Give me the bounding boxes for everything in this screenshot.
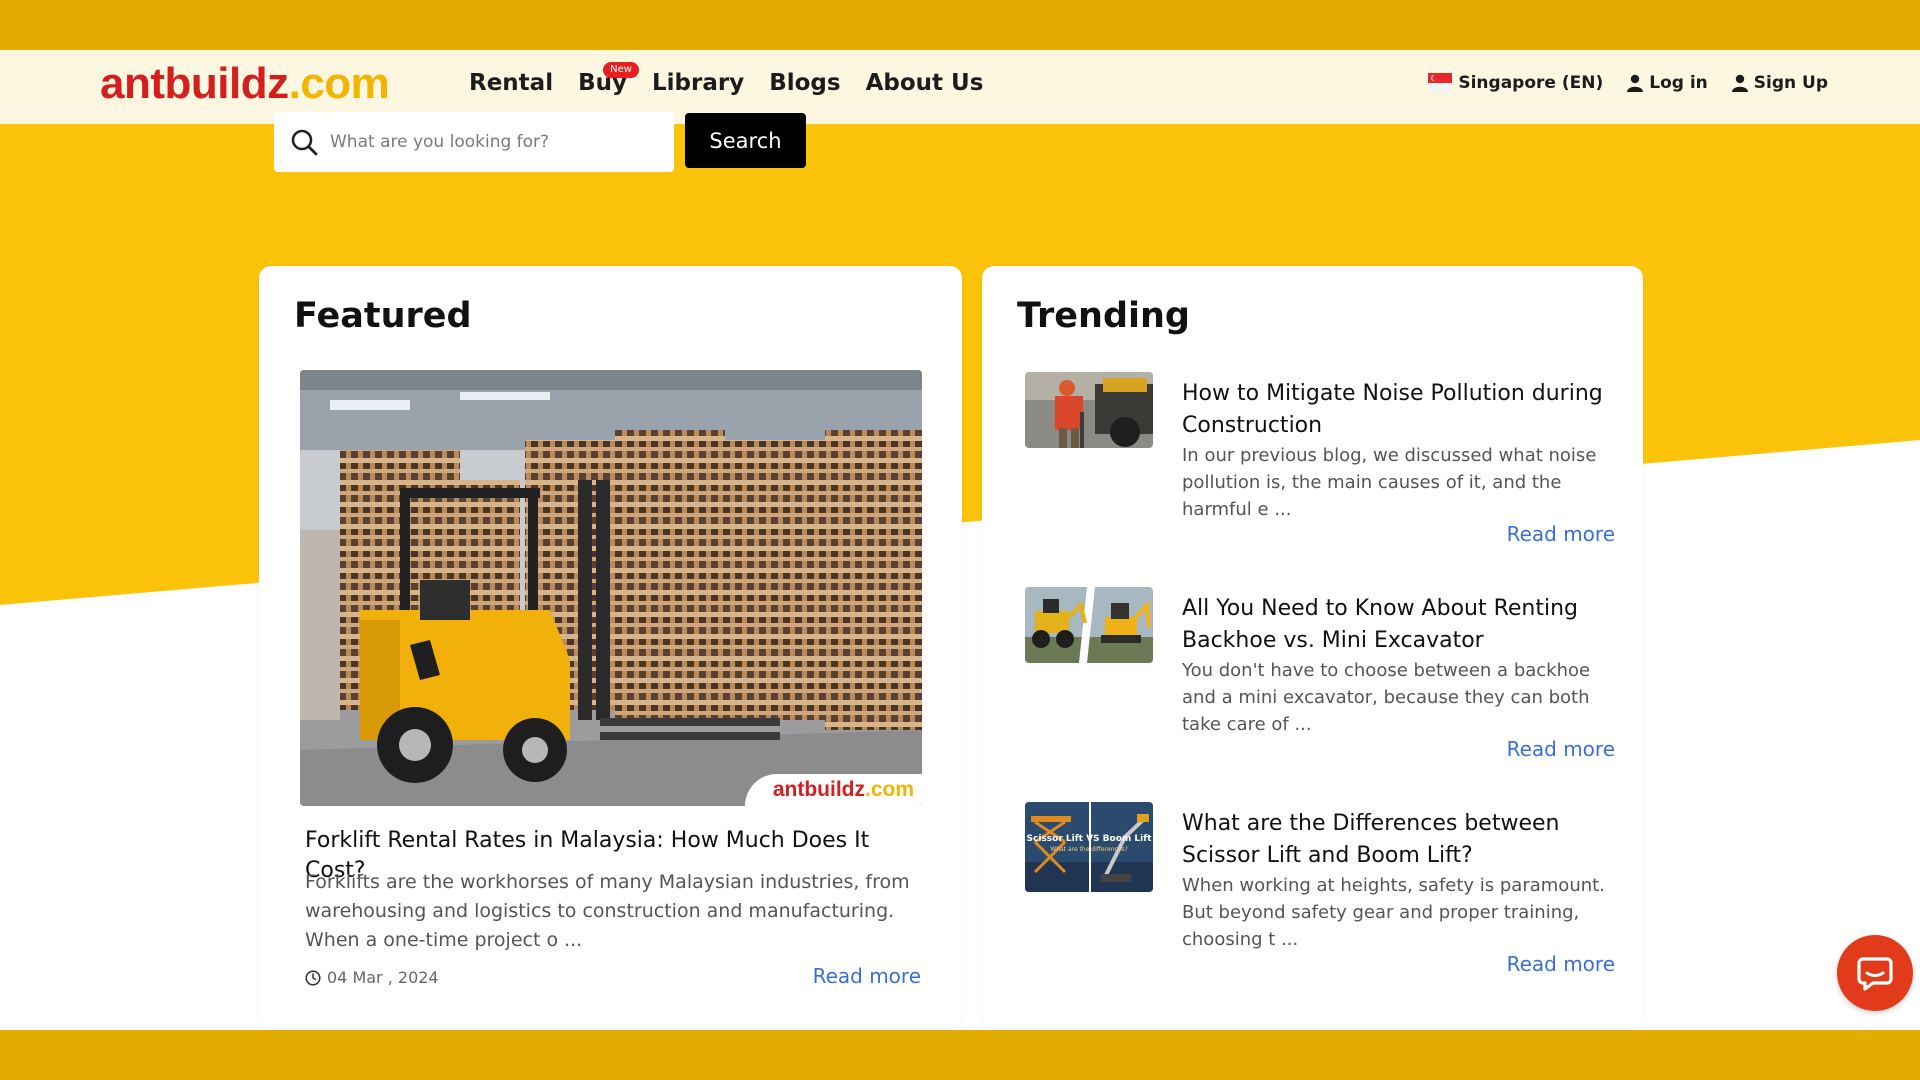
new-badge: New	[603, 62, 639, 78]
nav-library[interactable]: Library	[652, 70, 744, 96]
featured-card: Featured antbuildz.com Forklift Rental R…	[259, 266, 962, 1028]
featured-heading: Featured	[294, 296, 472, 336]
trending-article-title[interactable]: What are the Differences between Scissor…	[1182, 808, 1612, 872]
trending-article-excerpt: When working at heights, safety is param…	[1182, 875, 1605, 950]
logo-tld: .com	[288, 59, 390, 108]
logo-main: antbuildz	[100, 59, 289, 108]
login-label: Log in	[1649, 73, 1708, 93]
signup-label: Sign Up	[1753, 73, 1828, 93]
backhoe-excavator-thumbnail[interactable]	[1025, 587, 1153, 663]
region-selector[interactable]: Singapore (EN)	[1428, 73, 1603, 93]
trending-item: All You Need to Know About Renting Backh…	[1025, 587, 1615, 777]
trending-read-more-link[interactable]: Read more	[1507, 737, 1615, 761]
trending-read-more-link[interactable]: Read more	[1507, 522, 1615, 546]
trending-article-excerpt: You don't have to choose between a backh…	[1182, 660, 1591, 735]
top-band	[0, 0, 1920, 50]
trending-article-title[interactable]: All You Need to Know About Renting Backh…	[1182, 593, 1612, 657]
trending-item: Scissor Lift VS Boom Lift What are the d…	[1025, 802, 1615, 992]
trending-item: How to Mitigate Noise Pollution during C…	[1025, 372, 1615, 562]
forklift-illustration	[300, 370, 922, 806]
search-bar	[274, 112, 674, 172]
main-nav: Rental Buy New Library Blogs About Us	[469, 62, 984, 96]
site-logo[interactable]: antbuildz.com	[100, 59, 390, 109]
trending-heading: Trending	[1017, 296, 1190, 336]
thumbnail-caption: Scissor Lift VS Boom Lift	[1026, 834, 1152, 844]
header-actions: Singapore (EN) Log in Sign Up	[1428, 73, 1828, 93]
featured-image[interactable]: antbuildz.com	[300, 370, 922, 806]
nav-buy[interactable]: Buy New	[578, 62, 639, 96]
singapore-flag-icon	[1428, 73, 1453, 93]
live-chat-button[interactable]	[1837, 935, 1913, 1011]
region-label: Singapore (EN)	[1458, 73, 1604, 93]
featured-article-excerpt: Forklifts are the workhorses of many Mal…	[305, 871, 910, 951]
clock-icon	[305, 969, 321, 986]
nav-rental[interactable]: Rental	[469, 70, 553, 96]
image-watermark-logo: antbuildz.com	[744, 774, 922, 806]
login-link[interactable]: Log in	[1627, 73, 1708, 93]
featured-read-more-link[interactable]: Read more	[813, 964, 921, 988]
search-button[interactable]: Search	[685, 113, 806, 168]
search-input[interactable]	[330, 132, 650, 152]
nav-about-us[interactable]: About Us	[866, 70, 984, 96]
scissor-boom-lift-thumbnail[interactable]: Scissor Lift VS Boom Lift What are the d…	[1025, 802, 1153, 892]
chat-icon	[1857, 957, 1893, 991]
thumbnail-subcaption: What are the differences?	[1050, 846, 1128, 853]
user-icon	[1627, 74, 1644, 92]
trending-card: Trending How to Mitigate Noise Pollution…	[982, 266, 1643, 1028]
trending-article-title[interactable]: How to Mitigate Noise Pollution during C…	[1182, 378, 1612, 442]
user-icon	[1731, 74, 1748, 92]
featured-article-date: 04 Mar , 2024	[305, 968, 439, 987]
nav-blogs[interactable]: Blogs	[769, 70, 840, 96]
construction-worker-thumbnail[interactable]	[1025, 372, 1153, 448]
trending-read-more-link[interactable]: Read more	[1507, 952, 1615, 976]
search-icon	[291, 129, 318, 156]
trending-article-excerpt: In our previous blog, we discussed what …	[1182, 445, 1597, 520]
bottom-band	[0, 1030, 1920, 1080]
signup-link[interactable]: Sign Up	[1731, 73, 1828, 93]
date-text: 04 Mar , 2024	[327, 968, 439, 987]
